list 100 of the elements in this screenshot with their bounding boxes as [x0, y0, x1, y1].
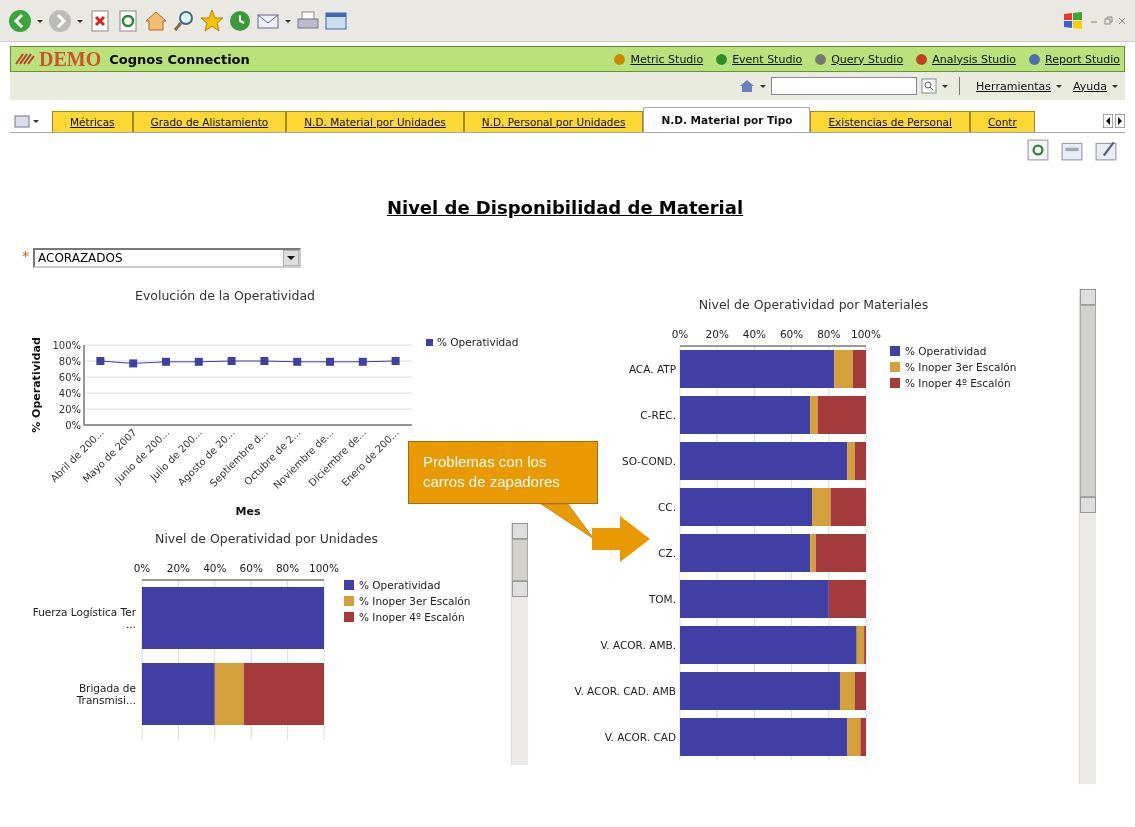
- axis-tick-label: 20%: [705, 328, 729, 340]
- tab[interactable]: N.D. Personal por Unidades: [463, 111, 644, 132]
- axis-tick-label: 40%: [58, 388, 81, 399]
- studio-link[interactable]: Event Studio: [732, 52, 803, 66]
- search-icon[interactable]: [172, 8, 196, 33]
- tab[interactable]: Métricas: [52, 111, 133, 132]
- required-mark: *: [22, 248, 29, 264]
- axis-tick-label: 20%: [166, 562, 191, 574]
- axis-tick-label: 80%: [58, 356, 81, 367]
- category-label: Fuerza Logística Ter ...: [31, 605, 136, 632]
- legend-swatch: [890, 346, 900, 356]
- stop-icon[interactable]: [88, 8, 112, 33]
- refresh-icon[interactable]: [116, 8, 140, 33]
- tab[interactable]: N.D. Material por Unidades: [286, 111, 464, 132]
- category-label: CC.: [658, 501, 676, 513]
- studio-icon[interactable]: [1028, 52, 1041, 66]
- category-label: V. ACOR. CAD. AMB: [574, 685, 676, 697]
- menu-link[interactable]: Ayuda: [1073, 79, 1107, 93]
- category-label: ACA. ATP: [628, 363, 676, 375]
- legend-swatch: [344, 596, 354, 606]
- axis-tick-label: 100%: [309, 562, 339, 574]
- legend-label: % Operatividad: [359, 579, 441, 591]
- category-dropdown[interactable]: ACORAZADOS: [33, 248, 301, 268]
- axis-tick-label: 0%: [671, 328, 689, 340]
- studio-icon[interactable]: [915, 52, 929, 66]
- legend-label: % Operatividad: [905, 345, 987, 357]
- legend-swatch: [344, 580, 354, 590]
- legend-label: % Operatividad: [437, 336, 519, 348]
- axis-tick-label: 40%: [742, 328, 767, 340]
- data-point: [227, 357, 236, 365]
- legend-swatch: [890, 362, 900, 372]
- category-label: Brigada de Transmisi...: [75, 681, 136, 708]
- legend-label: % Inoper 4º Escalón: [359, 611, 465, 623]
- chart-title: Nivel de Operatividad por Materiales: [697, 297, 930, 312]
- scrollbar[interactable]: [1079, 289, 1096, 784]
- tab[interactable]: Contr: [969, 111, 1035, 132]
- caret-icon[interactable]: [1055, 82, 1063, 90]
- axis-tick-label: 40%: [203, 562, 227, 574]
- axis-title: % Operatividad: [30, 337, 43, 433]
- data-point: [260, 357, 269, 365]
- caret-icon[interactable]: [283, 250, 299, 266]
- report-title: Nivel de Disponibilidad de Material: [385, 197, 745, 218]
- studio-link[interactable]: Query Studio: [831, 52, 904, 66]
- studio-link[interactable]: Metric Studio: [630, 52, 704, 66]
- axis-tick-label: 0%: [133, 562, 151, 574]
- chart-title: Nivel de Operatividad por Unidades: [154, 531, 379, 546]
- studio-icon[interactable]: [814, 52, 828, 66]
- star-icon[interactable]: [200, 8, 224, 33]
- tab[interactable]: Grado de Alistamiento: [132, 111, 287, 132]
- tab[interactable]: Existencias de Personal: [810, 111, 970, 132]
- legend-swatch: [344, 612, 354, 622]
- refresh-icon[interactable]: [1027, 139, 1049, 161]
- axis-tick-label: 80%: [817, 328, 841, 340]
- studio-icon[interactable]: [613, 52, 627, 66]
- axis-tick-label: 60%: [779, 328, 804, 340]
- history-icon[interactable]: [228, 8, 252, 33]
- studio-link[interactable]: Analysis Studio: [932, 52, 1016, 66]
- scroll-left-icon[interactable]: [1103, 114, 1113, 128]
- data-point: [326, 357, 334, 366]
- data-point: [358, 357, 367, 366]
- category-label: V. ACOR. AMB.: [600, 639, 676, 651]
- legend-swatch: [426, 339, 433, 346]
- caret-icon[interactable]: [759, 82, 768, 90]
- tab[interactable]: N.D. Material por Tipo: [643, 107, 811, 132]
- edit-page-icon[interactable]: [1095, 139, 1117, 161]
- restore-icon[interactable]: [1103, 15, 1113, 26]
- caret-icon[interactable]: [1111, 82, 1119, 90]
- data-point: [391, 357, 400, 365]
- close-icon[interactable]: [1117, 15, 1127, 26]
- studio-icon[interactable]: [715, 52, 729, 66]
- chart-title: Evolución de la Operatividad: [134, 288, 316, 303]
- legend-label: % Inoper 3er Escalón: [905, 361, 1017, 373]
- scroll-right-icon[interactable]: [1115, 114, 1125, 128]
- arrow-icon: [592, 516, 652, 562]
- data-point: [96, 357, 105, 365]
- legend-label: % Inoper 4º Escalón: [905, 377, 1011, 389]
- category-label: C-REC.: [640, 409, 676, 421]
- category-label: SO-COND.: [622, 455, 676, 467]
- axis-tick-label: 100%: [52, 340, 81, 351]
- category-label: CZ.: [658, 547, 676, 559]
- data-point: [129, 359, 138, 368]
- portal-menu-icon[interactable]: [14, 113, 40, 129]
- caret-icon[interactable]: [941, 82, 950, 90]
- legend-swatch: [890, 378, 900, 388]
- data-point: [194, 357, 203, 366]
- studio-link[interactable]: Report Studio: [1045, 52, 1120, 66]
- legend-label: % Inoper 3er Escalón: [359, 595, 471, 607]
- category-label: V. ACOR. CAD: [604, 731, 676, 743]
- axis-tick-label: 0%: [65, 420, 81, 431]
- axis-tick-label: 80%: [275, 562, 300, 574]
- axis-tick-label: 60%: [239, 562, 263, 574]
- search-icon[interactable]: [921, 78, 938, 94]
- scrollbar[interactable]: [511, 523, 528, 765]
- menu-link[interactable]: Herramientas: [976, 79, 1051, 93]
- axis-title: Mes: [235, 505, 261, 518]
- axis-tick-label: 20%: [58, 404, 81, 415]
- axis-tick-label: 60%: [58, 372, 81, 383]
- search-field[interactable]: [771, 77, 918, 95]
- logo-icon: [15, 52, 35, 66]
- app-title: Cognos Connection: [109, 51, 250, 67]
